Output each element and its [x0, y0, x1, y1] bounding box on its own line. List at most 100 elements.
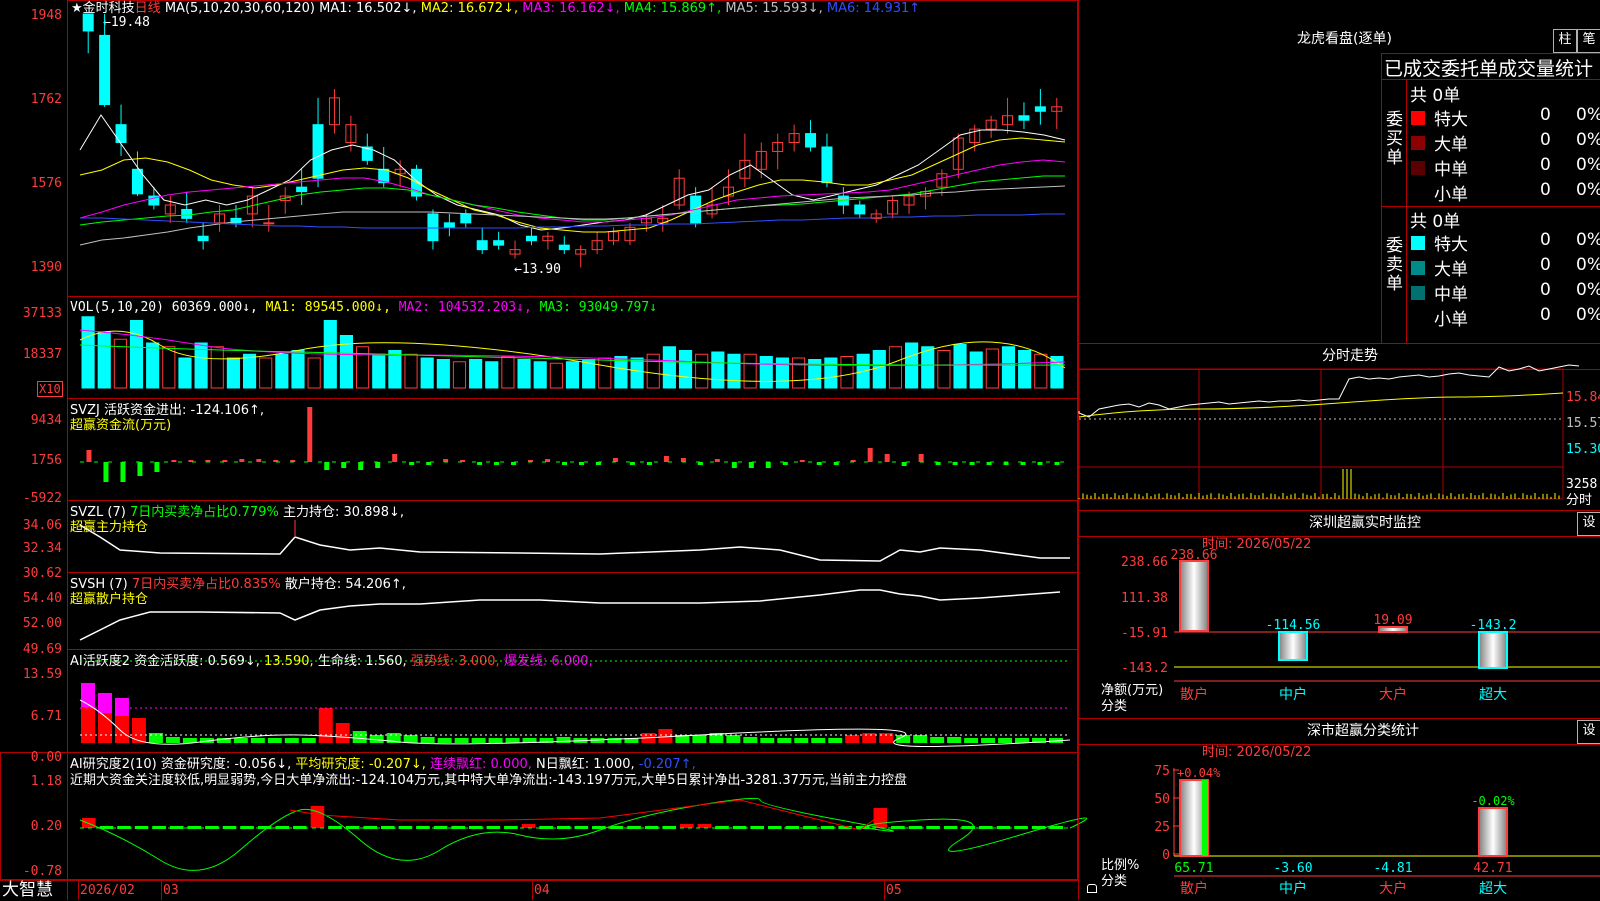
monitor-title: 深圳超赢实时监控	[1309, 515, 1421, 531]
fund-flow-bar	[256, 459, 262, 462]
volume-bar	[81, 316, 95, 389]
volume-bar	[1050, 356, 1064, 389]
fund-flow-bar	[969, 462, 975, 465]
volume-bar	[226, 357, 240, 389]
activity-bar	[828, 738, 843, 743]
volume-bar	[533, 361, 547, 389]
buy-row-name: 小单	[1434, 185, 1468, 205]
activity-bar	[777, 738, 792, 743]
activity-bar	[743, 737, 758, 743]
sell-row-name: 小单	[1434, 310, 1468, 330]
fund-flow-bar	[748, 462, 754, 468]
volume-bar	[129, 320, 144, 389]
activity-bar	[420, 737, 435, 743]
volume-bar	[356, 346, 370, 389]
volume-bar	[436, 359, 450, 389]
volume-bar	[485, 361, 499, 389]
activity-bar	[998, 738, 1013, 743]
activity-bar	[658, 729, 673, 743]
fund-flow-bar	[918, 454, 924, 462]
volume-bar	[662, 346, 676, 389]
intraday-title: 分时走势	[1322, 348, 1378, 364]
activity-bar	[165, 737, 180, 743]
activity-bar	[284, 738, 299, 743]
intraday-vol-tick: 3258	[1566, 477, 1598, 492]
classify-bar	[1478, 807, 1508, 857]
sell-row-count: 0	[1540, 255, 1551, 275]
fund-flow-bar	[409, 462, 415, 465]
fund-flow-bar	[1037, 462, 1043, 465]
classify-category-label: 超大	[1479, 881, 1507, 897]
activity-bar	[403, 735, 418, 743]
buy-row-count: 0	[1540, 130, 1551, 150]
activity-bar	[845, 735, 860, 743]
fund-flow-bar	[239, 459, 245, 462]
activity-bar	[267, 738, 282, 743]
volume-bar	[162, 346, 176, 389]
sell-row-count: 0	[1540, 230, 1551, 250]
volume-bar	[872, 350, 886, 389]
activity-bar	[947, 737, 962, 743]
fund-flow-bar	[646, 462, 652, 465]
monitor-settings-button[interactable]: 设	[1577, 512, 1600, 536]
buy-total: 共 0单	[1410, 86, 1461, 106]
volume-bar	[291, 350, 305, 389]
buy-color-swatch	[1411, 136, 1425, 150]
classify-chart[interactable]: 75 50 25 0 +0.04% 65.71 散户 -3.60 中户 -4.81 大户 -0.02%…	[1079, 740, 1600, 900]
research-red-line	[289, 799, 881, 831]
research-bar	[521, 824, 536, 828]
candle-body	[197, 235, 209, 242]
classify-category-label: 大户	[1379, 880, 1407, 897]
sell-row-name: 大单	[1434, 260, 1468, 280]
intraday-unit: 分时	[1566, 493, 1593, 508]
buy-color-swatch	[1411, 111, 1425, 125]
classify-y-tick: 0	[1162, 848, 1170, 863]
volume-bar	[711, 351, 725, 389]
activity-bar	[352, 731, 367, 743]
monitor-value-label: 238.66	[1171, 548, 1218, 563]
activity-bar-core	[114, 716, 129, 743]
sell-color-swatch	[1411, 236, 1425, 250]
activity-bar	[250, 738, 265, 743]
bar-mode-button[interactable]: 柱	[1553, 29, 1577, 53]
activity-bar-core	[97, 713, 112, 743]
activity-bar	[471, 738, 486, 743]
classify-top-label: -0.02%	[1471, 794, 1515, 808]
activity-bar	[760, 738, 775, 743]
buy-row-pct: 0%	[1576, 180, 1600, 200]
fund-flow-bar	[494, 462, 500, 465]
activity-bar	[726, 735, 741, 743]
fund-flow-bar	[86, 450, 92, 462]
monitor-bar	[1478, 631, 1508, 669]
buy-row-name: 大单	[1434, 135, 1468, 155]
volume-bar	[259, 357, 273, 389]
activity-bar	[981, 738, 996, 743]
buy-row-count: 0	[1540, 155, 1551, 175]
sell-row-pct: 0%	[1576, 230, 1600, 250]
volume-bar	[275, 353, 289, 389]
fund-flow-bar	[154, 462, 160, 472]
main-chart-canvas[interactable]	[0, 0, 1088, 900]
candle-body	[558, 244, 570, 251]
volume-bar	[921, 346, 935, 389]
monitor-value-label: 19.09	[1373, 613, 1412, 628]
activity-bar	[318, 708, 333, 743]
volume-bar	[452, 361, 467, 389]
activity-bar	[233, 738, 248, 743]
activity-bar	[454, 738, 469, 743]
intraday-chart[interactable]	[1078, 364, 1600, 509]
fund-flow-bar	[171, 460, 177, 462]
monitor-unit: 净额(万元)	[1101, 683, 1164, 698]
classify-unit: 比例%	[1101, 858, 1140, 873]
volume-bar	[146, 342, 160, 389]
ma-line-5	[79, 185, 1066, 246]
candle-body	[476, 240, 488, 251]
volume-bar	[501, 356, 515, 389]
dragon-title: 龙虎看盘(逐单)	[1297, 31, 1392, 47]
volume-bar	[743, 353, 757, 389]
volume-bar	[937, 350, 951, 389]
fund-flow-bar	[103, 462, 109, 482]
tick-mode-button[interactable]: 笔	[1577, 29, 1600, 53]
fund-flow-bar	[1054, 462, 1060, 465]
fund-flow-bar	[562, 462, 568, 465]
